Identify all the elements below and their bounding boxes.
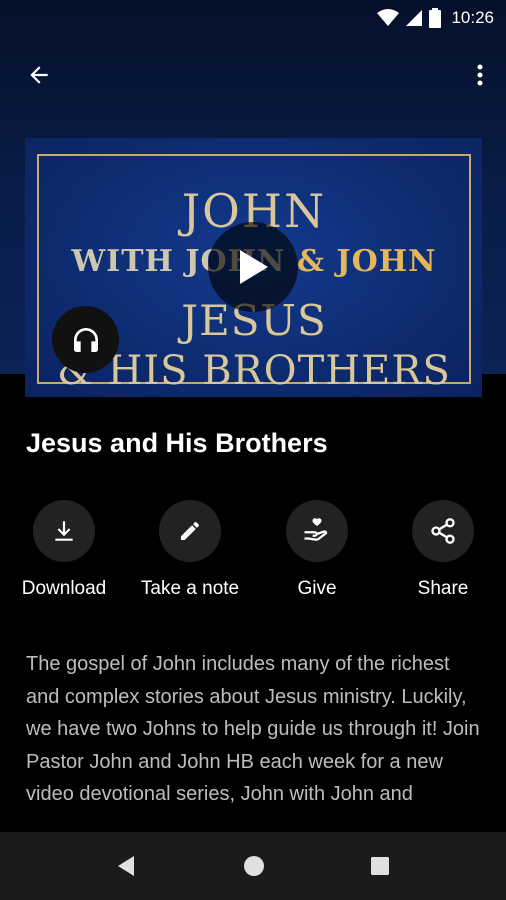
give-action[interactable]: Give — [257, 500, 377, 600]
take-note-label: Take a note — [140, 578, 240, 599]
download-icon — [55, 521, 73, 541]
download-button[interactable] — [33, 500, 95, 562]
nav-home-icon — [244, 856, 264, 876]
audio-button[interactable] — [52, 306, 119, 373]
wifi-icon — [377, 9, 400, 27]
play-icon — [240, 250, 268, 284]
share-icon — [431, 518, 455, 544]
page-title: Jesus and His Brothers — [26, 428, 328, 458]
battery-icon — [429, 8, 442, 28]
headphones-icon — [73, 327, 98, 352]
system-nav-bar — [0, 832, 506, 900]
give-button[interactable] — [286, 500, 348, 562]
take-note-button[interactable] — [159, 500, 221, 562]
description-text: The gospel of John includes many of the … — [26, 653, 480, 805]
download-label: Download — [21, 578, 107, 599]
share-button[interactable] — [412, 500, 474, 562]
more-options-button[interactable] — [470, 58, 490, 92]
give-icon — [304, 518, 328, 541]
nav-recents-icon — [371, 857, 389, 875]
pencil-icon — [181, 521, 199, 540]
back-button[interactable] — [22, 58, 56, 92]
share-action[interactable]: Share — [383, 500, 503, 600]
thumbnail-line-2b: & JOHN — [285, 244, 437, 279]
play-button[interactable] — [208, 222, 298, 312]
nav-recents-button[interactable] — [368, 854, 392, 878]
take-note-action[interactable]: Take a note — [130, 500, 250, 600]
more-vert-icon — [477, 64, 483, 86]
arrow-back-icon — [30, 66, 48, 84]
download-action[interactable]: Download — [4, 500, 124, 600]
nav-back-button[interactable] — [114, 854, 138, 878]
status-time: 10:26 — [451, 8, 494, 27]
give-label: Give — [297, 578, 337, 599]
status-bar: 10:26 — [0, 0, 506, 36]
nav-back-icon — [118, 856, 134, 876]
cell-signal-icon — [405, 9, 423, 27]
share-label: Share — [417, 578, 469, 599]
app-bar — [0, 52, 506, 96]
nav-home-button[interactable] — [242, 854, 266, 878]
